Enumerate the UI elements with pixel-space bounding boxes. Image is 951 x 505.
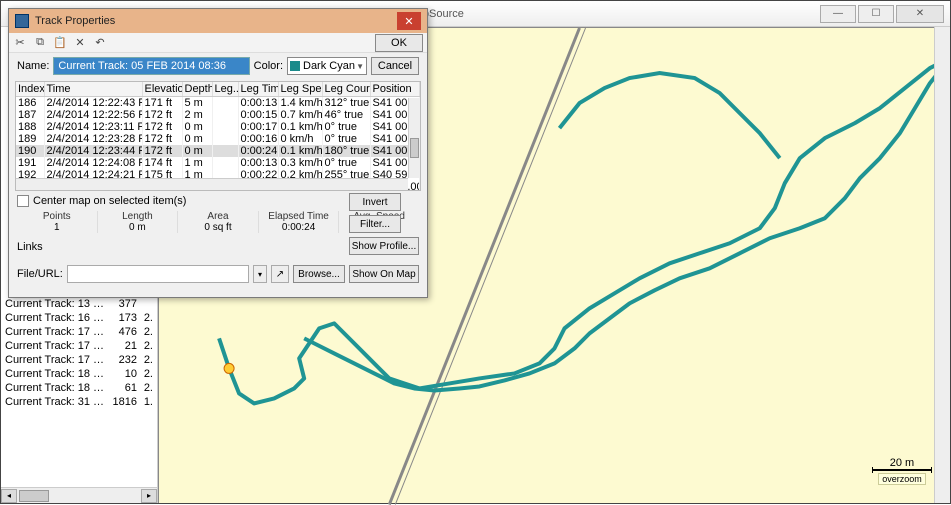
column-header[interactable]: Elevation [142, 82, 182, 97]
dialog-titlebar[interactable]: Track Properties ✕ [9, 9, 427, 33]
column-header[interactable]: Leg Speed [278, 82, 322, 97]
name-label: Name: [17, 60, 49, 72]
track-list-item[interactable]: Current Track: 18 FEB 2014...612. [1, 381, 157, 395]
center-map-checkbox[interactable] [17, 195, 29, 207]
column-header[interactable]: Leg... [212, 82, 238, 97]
track-properties-dialog: Track Properties ✕ ✂ ⧉ 📋 ✕ ↶ OK Name: Co… [8, 8, 428, 298]
track-count: 173 [105, 312, 139, 324]
scale-bar: 20 m overzoom [872, 457, 932, 485]
cut-icon[interactable]: ✂ [13, 36, 27, 50]
show-profile-button[interactable]: Show Profile... [349, 237, 419, 255]
trackpoint-row[interactable]: 1912/4/2014 12:24:08 PM174 ft1 m0:00:130… [16, 157, 420, 169]
copy-icon[interactable]: ⧉ [33, 36, 47, 50]
trackpoint-row[interactable]: 1902/4/2014 12:23:44 PM172 ft0 m0:00:240… [16, 145, 420, 157]
overzoom-badge: overzoom [878, 473, 926, 485]
trackpoint-row[interactable]: 1892/4/2014 12:23:28 PM172 ft0 m0:00:160… [16, 133, 420, 145]
fileurl-dropdown-icon[interactable]: ▾ [253, 265, 267, 283]
dialog-icon [15, 14, 29, 28]
open-link-icon[interactable]: ↗ [271, 265, 289, 283]
track-name: Current Track: 17 FEB 2014... [5, 326, 105, 338]
column-header[interactable]: Index [16, 82, 44, 97]
stat-cell: Points1 [17, 211, 98, 233]
filter-button[interactable]: Filter... [349, 215, 401, 233]
track-name: Current Track: 17 FEB 2014... [5, 354, 105, 366]
browse-button[interactable]: Browse... [293, 265, 345, 283]
track-list-item[interactable]: Current Track: 17 FEB 2014...4762. [1, 325, 157, 339]
trackpoint-row[interactable]: 1862/4/2014 12:22:43 PM171 ft5 m0:00:131… [16, 97, 420, 110]
minimize-button[interactable]: — [820, 5, 856, 23]
scale-label: 20 m [872, 457, 932, 469]
trackpoint-grid[interactable]: IndexTimeElevationDepthLeg...Leg TimeLeg… [15, 81, 421, 191]
track-name: Current Track: 16 FEB 2014... [5, 312, 105, 324]
fileurl-label: File/URL: [17, 268, 63, 280]
links-label: Links [17, 241, 43, 253]
track-list-item[interactable]: Current Track: 17 FEB 2014...2322. [1, 353, 157, 367]
color-select[interactable]: Dark Cyan ▼ [287, 57, 367, 75]
column-header[interactable]: Depth [182, 82, 212, 97]
stat-cell: Area0 sq ft [178, 211, 259, 233]
fileurl-input[interactable] [67, 265, 249, 283]
track-count: 61 [105, 382, 139, 394]
color-swatch-icon [290, 61, 300, 71]
track-count: 377 [105, 298, 139, 310]
delete-icon[interactable]: ✕ [73, 36, 87, 50]
scroll-thumb[interactable] [19, 490, 49, 502]
track-name: Current Track: 18 FEB 2014... [5, 382, 105, 394]
track-name-input[interactable] [53, 57, 249, 75]
track-name: Current Track: 31 JAN 2014... [5, 396, 105, 408]
dialog-title-text: Track Properties [35, 15, 397, 27]
undo-icon[interactable]: ↶ [93, 36, 107, 50]
column-header[interactable]: Leg Time [238, 82, 278, 97]
dialog-close-button[interactable]: ✕ [397, 12, 421, 30]
grid-hscroll[interactable] [16, 178, 408, 190]
stat-cell: Elapsed Time0:00:24 [259, 211, 340, 233]
close-button[interactable]: ✕ [896, 5, 944, 23]
dialog-toolbar: ✂ ⧉ 📋 ✕ ↶ OK [9, 33, 427, 53]
trackpoint-row[interactable]: 1872/4/2014 12:22:56 PM172 ft2 m0:00:150… [16, 109, 420, 121]
show-on-map-button[interactable]: Show On Map [349, 265, 419, 283]
scroll-right-icon[interactable]: ▸ [141, 489, 157, 503]
track-list-item[interactable]: Current Track: 13 FEB 2014...377 [1, 297, 157, 311]
track-count: 476 [105, 326, 139, 338]
track-list-item[interactable]: Current Track: 17 FEB 2014...212. [1, 339, 157, 353]
color-label: Color: [254, 60, 283, 72]
cancel-button[interactable]: Cancel [371, 57, 419, 75]
center-map-label: Center map on selected item(s) [33, 195, 186, 207]
paste-icon[interactable]: 📋 [53, 36, 67, 50]
track-list-item[interactable]: Current Track: 18 FEB 2014...102. [1, 367, 157, 381]
selected-point-icon [224, 363, 234, 373]
track-count: 232 [105, 354, 139, 366]
grid-vscroll[interactable] [408, 98, 420, 178]
track-count: 1816 [105, 396, 139, 408]
sidebar-hscroll[interactable]: ◂ ▸ [1, 487, 157, 503]
name-row: Name: Color: Dark Cyan ▼ Cancel [9, 53, 427, 79]
track-count: 10 [105, 368, 139, 380]
invert-button[interactable]: Invert [349, 193, 401, 211]
track-name: Current Track: 13 FEB 2014... [5, 298, 105, 310]
grid-vscroll-thumb[interactable] [410, 138, 419, 158]
scroll-left-icon[interactable]: ◂ [1, 489, 17, 503]
app-vscroll[interactable] [934, 27, 950, 503]
column-header[interactable]: Position [370, 82, 420, 97]
track-list-item[interactable]: Current Track: 31 JAN 2014...18161. [1, 395, 157, 409]
maximize-button[interactable]: ☐ [858, 5, 894, 23]
column-header[interactable]: Time [44, 82, 142, 97]
track-list-item[interactable]: Current Track: 16 FEB 2014...1732. [1, 311, 157, 325]
stat-cell: Length0 m [98, 211, 179, 233]
track-name: Current Track: 17 FEB 2014... [5, 340, 105, 352]
color-value: Dark Cyan [303, 60, 355, 72]
chevron-down-icon: ▼ [356, 62, 364, 71]
track-name: Current Track: 18 FEB 2014... [5, 368, 105, 380]
column-header[interactable]: Leg Course [322, 82, 370, 97]
trackpoint-row[interactable]: 1882/4/2014 12:23:11 PM172 ft0 m0:00:170… [16, 121, 420, 133]
ok-button[interactable]: OK [375, 34, 423, 52]
track-count: 21 [105, 340, 139, 352]
